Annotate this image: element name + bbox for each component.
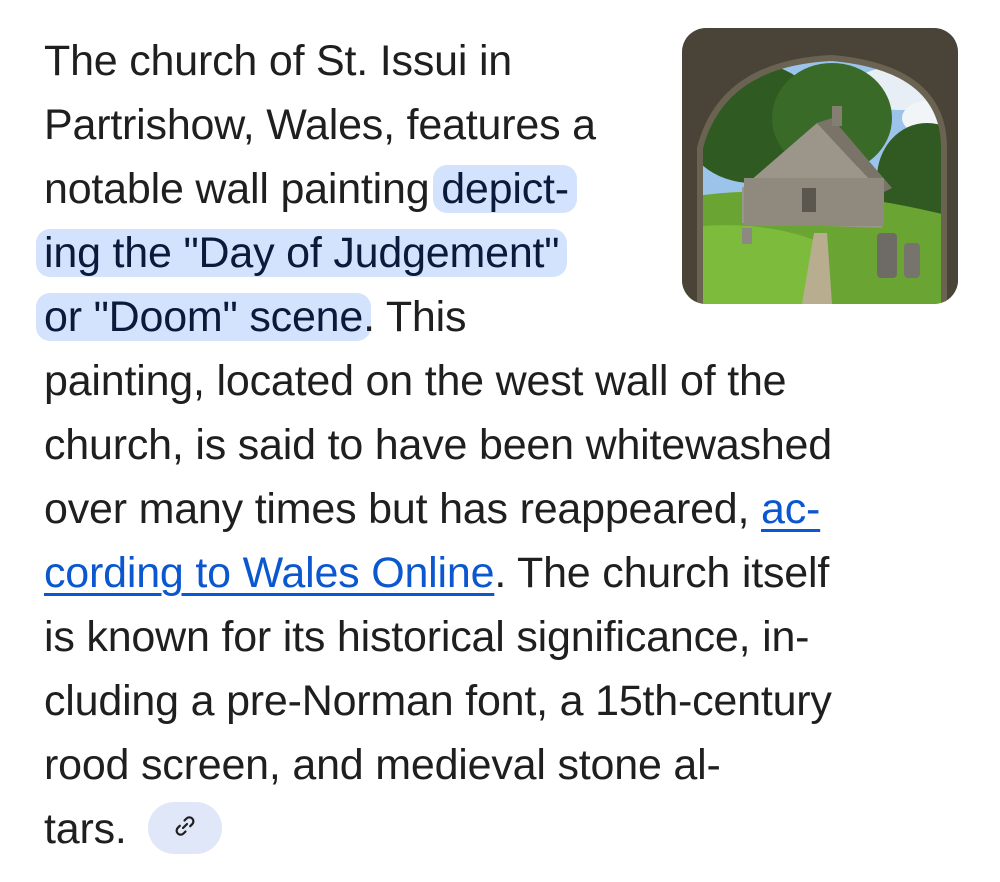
text-line: church, is said to have been whitewashed [44,413,832,477]
text-span: . This [363,293,467,341]
text-line: rood screen, and medieval stone al- [44,733,721,797]
text-span: church, is said to have been whitewashed [44,421,832,469]
text-line: or "Doom" scene. This [36,285,467,349]
highlighted-text[interactable]: or "Doom" scene [36,293,372,341]
text-span: notable wall painting [44,165,442,213]
text-span: . The church itself [494,549,830,597]
text-line: painting, located on the west wall of th… [44,349,787,413]
source-link[interactable]: cording to Wales Online [44,549,495,597]
text-line: over many times but has reappeared, ac- [44,477,820,541]
text-line: tars. [44,797,127,861]
text-span: is known for its historical significance… [44,613,810,661]
highlighted-text[interactable]: ing the "Day of Judgement" [36,229,568,277]
text-span: painting, located on the west wall of th… [44,357,787,405]
text-line: Partrishow, Wales, features a [44,93,596,157]
text-line: notable wall painting depict- [44,157,577,221]
text-line: cording to Wales Online. The church itse… [44,541,829,605]
link-icon [173,814,197,843]
text-span: tars. [44,805,127,853]
text-line: The church of St. Issui in [44,29,512,93]
text-line: is known for its historical significance… [44,605,809,669]
text-span: The church of St. Issui in [44,37,513,85]
answer-text: The church of St. Issui in Partrishow, W… [0,0,1000,882]
church-photo[interactable] [682,28,958,304]
highlighted-text[interactable]: depict- [433,165,577,213]
citation-chip[interactable] [148,802,222,854]
text-span: Partrishow, Wales, features a [44,101,596,149]
text-span: over many times but has reappeared, [44,485,762,533]
text-span: cluding a pre-Norman font, a 15th-centur… [44,677,832,725]
text-span: rood screen, and medieval stone al- [44,741,721,789]
source-link[interactable]: ac- [761,485,820,533]
text-line: ing the "Day of Judgement" [36,221,568,285]
text-line: cluding a pre-Norman font, a 15th-centur… [44,669,832,733]
